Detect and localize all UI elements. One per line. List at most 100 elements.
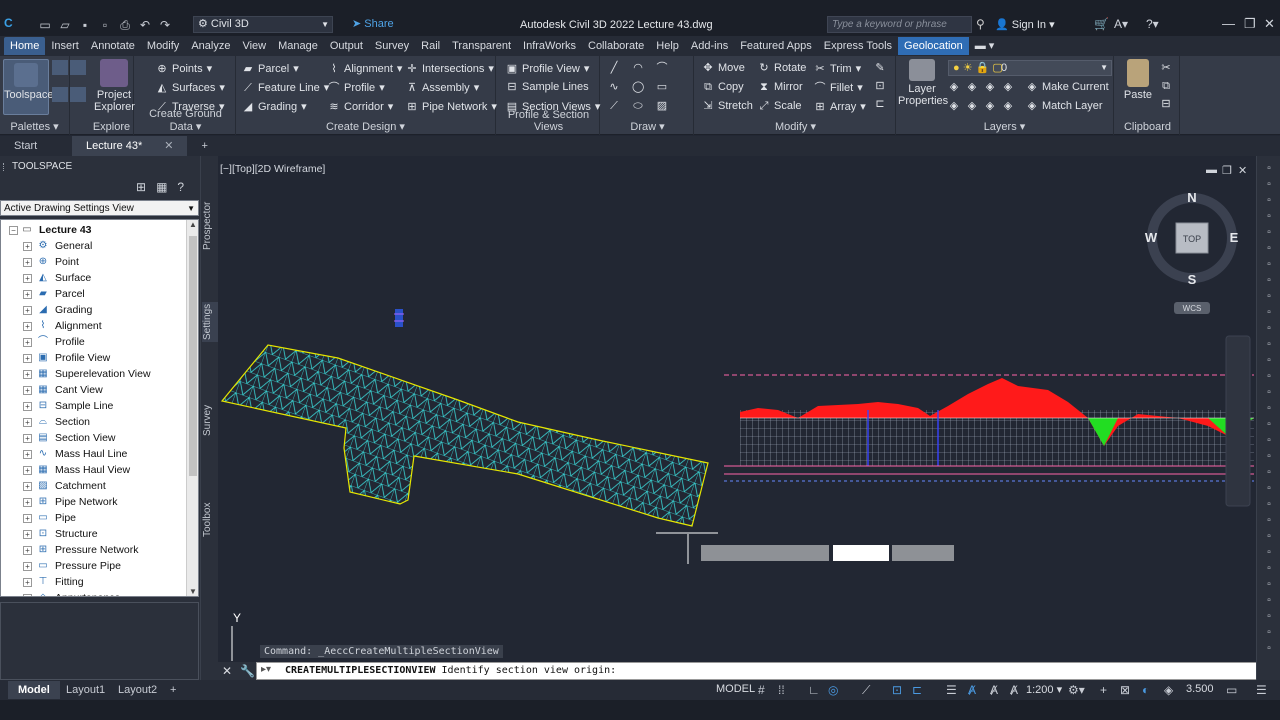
pipe-network-button[interactable]: ⊞ Pipe Network ▾	[406, 100, 497, 114]
recent-commands-icon[interactable]: ▸▾	[261, 664, 271, 675]
scroll-up-icon[interactable]: ▲	[188, 220, 198, 229]
new-file-icon[interactable]: ▭	[38, 18, 52, 32]
copy-clip-icon[interactable]: ⧉	[1160, 80, 1172, 92]
save-icon[interactable]: ▪	[78, 18, 92, 32]
tree-item[interactable]: + ▤ Section View	[1, 430, 186, 446]
create-design-title[interactable]: Create Design ▾	[236, 120, 495, 133]
point-icon[interactable]: ▫	[1262, 466, 1276, 480]
tree-item[interactable]: + ◭ Surface	[1, 270, 186, 286]
tree-item[interactable]: + ⊟ Sample Line	[1, 398, 186, 414]
expand-icon[interactable]: +	[23, 578, 32, 587]
tab-express-tools[interactable]: Express Tools	[818, 37, 898, 55]
undo-icon[interactable]: ↶	[138, 18, 152, 32]
leader-icon[interactable]: ▫	[1262, 450, 1276, 464]
tab-manage[interactable]: Manage	[272, 37, 324, 55]
layout-icon[interactable]: ▫	[1262, 210, 1276, 224]
fillet-button[interactable]: ⌒ Fillet ▾	[814, 81, 863, 95]
polyline-icon[interactable]: ▫	[1262, 178, 1276, 192]
help-icon[interactable]: ?▾	[1146, 17, 1159, 31]
alignment-icon[interactable]: ▫	[1262, 290, 1276, 304]
trim-button[interactable]: ✂ Trim ▾	[814, 62, 861, 76]
tab-layout2[interactable]: Layout2	[108, 681, 167, 699]
tree-item[interactable]: + ▭ Pipe	[1, 510, 186, 526]
scale-dropdown[interactable]: 1:200 ▾	[1026, 683, 1062, 696]
expand-icon[interactable]: +	[23, 338, 32, 347]
array-button[interactable]: ⊞ Array ▾	[814, 100, 865, 114]
auto-scale-icon[interactable]: Ⱥ	[990, 683, 998, 697]
tree-item[interactable]: + ◢ Grading	[1, 302, 186, 318]
assembly-button[interactable]: ⊼ Assembly ▾	[406, 81, 479, 95]
hardware-accel-icon[interactable]: ◐	[1142, 683, 1149, 697]
expand-icon[interactable]: +	[23, 594, 32, 596]
rotate-button[interactable]: ↻ Rotate	[758, 62, 806, 74]
circle-icon[interactable]: ▫	[1262, 258, 1276, 272]
tab-collaborate[interactable]: Collaborate	[582, 37, 650, 55]
settings-icon[interactable]: ▫	[1262, 642, 1276, 656]
marker-icon[interactable]: ▫	[1262, 306, 1276, 320]
tree-item[interactable]: + ⚙ General	[1, 238, 186, 254]
side-tab-toolbox[interactable]: Toolbox	[202, 496, 218, 544]
command-line[interactable]: ▸▾ CREATEMULTIPLESECTIONVIEW Identify se…	[256, 662, 1260, 680]
corridor-button[interactable]: ≋ Corridor ▾	[328, 100, 393, 114]
expand-icon[interactable]: +	[23, 386, 32, 395]
layer-unlock-icon[interactable]: ◈	[1002, 100, 1014, 112]
offset-icon[interactable]: ▫	[1262, 578, 1276, 592]
model-space-toggle[interactable]: MODEL	[716, 683, 755, 695]
expand-icon[interactable]: +	[23, 530, 32, 539]
compass-east-label[interactable]: E	[1230, 230, 1239, 245]
grading-button[interactable]: ◢ Grading ▾	[242, 100, 307, 114]
ortho-icon[interactable]: ∟	[808, 683, 820, 697]
line-icon[interactable]: ╱	[608, 62, 620, 74]
tab-model[interactable]: Model	[8, 681, 60, 699]
dynamic-input[interactable]	[701, 545, 954, 561]
side-tab-survey[interactable]: Survey	[202, 398, 218, 442]
lineweight-icon[interactable]: ☰	[946, 683, 957, 697]
search-icon[interactable]: ⚲	[976, 17, 985, 31]
draw-title[interactable]: Draw ▾	[602, 120, 693, 133]
clean-screen-icon[interactable]: ▭	[1226, 683, 1237, 697]
scale-icon[interactable]: ▫	[1262, 626, 1276, 640]
profile-view-button[interactable]: ▣ Profile View ▾	[506, 62, 590, 76]
stretch-icon[interactable]: ▫	[1262, 610, 1276, 624]
tree-item[interactable]: + ⌓ Section	[1, 414, 186, 430]
snap-icon[interactable]: ⁞⁞	[778, 683, 785, 697]
help-icon[interactable]: ?	[177, 180, 184, 194]
layer-lock-icon[interactable]: ◈	[1002, 81, 1014, 93]
close-icon[interactable]: ✕	[222, 664, 232, 678]
spline-icon[interactable]: ∿	[608, 81, 620, 93]
modify-title[interactable]: Modify ▾	[696, 120, 895, 133]
drawing-viewport[interactable]: [−][Top][2D Wireframe] ▬ ❐ ✕ Y TOP N S E…	[218, 156, 1254, 680]
points-button[interactable]: ⊕ Points ▾	[156, 62, 212, 76]
expand-icon[interactable]: +	[23, 242, 32, 251]
compass-west-label[interactable]: W	[1145, 230, 1158, 245]
erase-icon[interactable]: ✎	[874, 62, 886, 74]
expand-icon[interactable]: +	[23, 514, 32, 523]
hatch-icon[interactable]: ▨	[656, 100, 668, 112]
expand-icon[interactable]: +	[23, 482, 32, 491]
stretch-button[interactable]: ⇲ Stretch	[702, 100, 752, 112]
tab-home[interactable]: Home	[4, 37, 46, 55]
tree-item[interactable]: + ∿ Mass Haul Line	[1, 446, 186, 462]
project-explorer-button[interactable]: Project Explorer	[94, 59, 135, 113]
maximize-icon[interactable]: ❐	[1244, 16, 1256, 32]
tab-output[interactable]: Output	[324, 37, 369, 55]
polyline-icon[interactable]: ⌒	[656, 62, 668, 74]
copy-button[interactable]: ⧉ Copy	[702, 81, 744, 93]
tree-item[interactable]: + ▰ Parcel	[1, 286, 186, 302]
expand-icon[interactable]: +	[23, 402, 32, 411]
side-tab-prospector[interactable]: Prospector	[202, 196, 218, 256]
expand-icon[interactable]: +	[23, 354, 32, 363]
measure-icon[interactable]: ▫	[1262, 386, 1276, 400]
tree-item[interactable]: + ▦ Mass Haul View	[1, 462, 186, 478]
point-marker[interactable]	[394, 309, 404, 327]
text-icon[interactable]: ▫	[1262, 418, 1276, 432]
expand-icon[interactable]: +	[23, 306, 32, 315]
expand-icon[interactable]: +	[23, 466, 32, 475]
offset-icon[interactable]: ⟋	[608, 100, 620, 112]
tree-item[interactable]: + ▭ Pressure Pipe	[1, 558, 186, 574]
layer-off-icon[interactable]: ◈	[948, 81, 960, 93]
navigation-bar[interactable]	[1225, 335, 1251, 507]
tab-survey[interactable]: Survey	[369, 37, 415, 55]
annotation-scale-icon[interactable]: Ⱥ	[1010, 683, 1018, 697]
customize-icon[interactable]: 🔧	[240, 664, 255, 678]
